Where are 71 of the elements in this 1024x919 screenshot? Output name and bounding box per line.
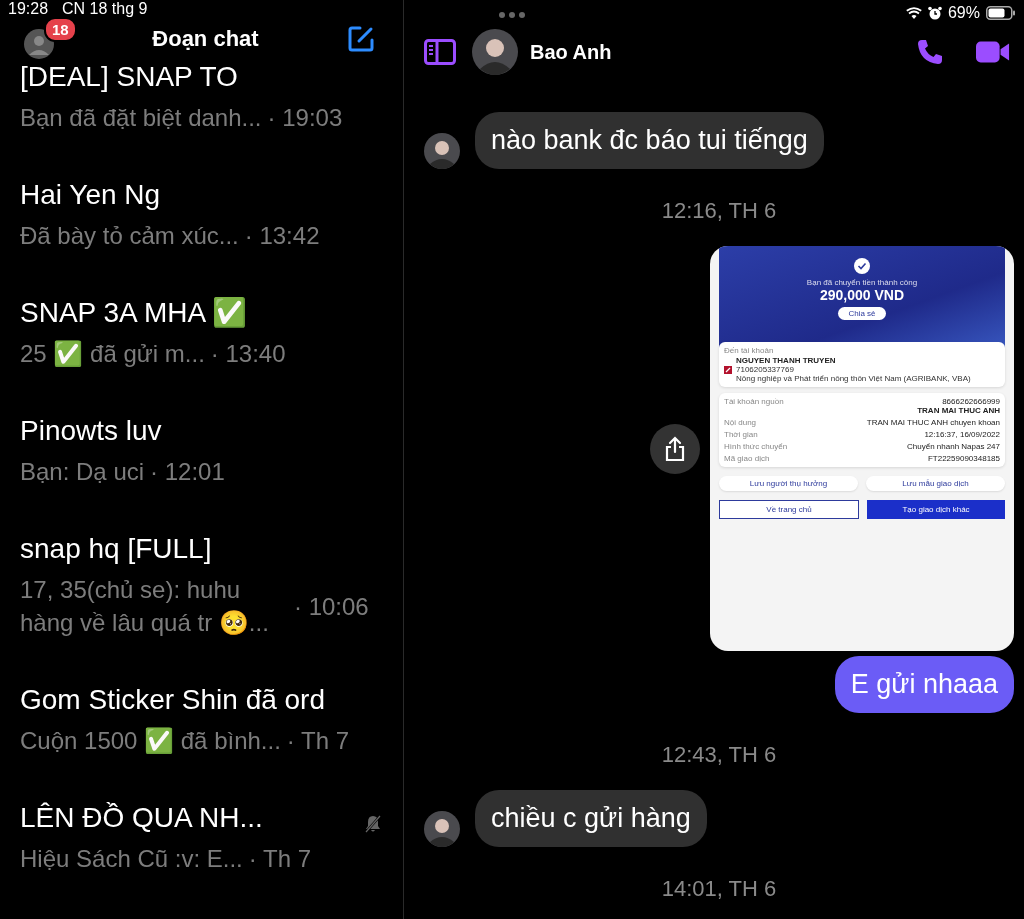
compose-icon[interactable] [347, 25, 375, 53]
detail-label: Tài khoản nguồn [724, 397, 784, 408]
sender-avatar [424, 811, 460, 847]
chat-name[interactable]: snap hq [FULL] [20, 532, 383, 566]
contact-avatar[interactable] [472, 29, 518, 75]
video-camera-icon[interactable] [976, 40, 1010, 64]
sidebar-toggle-icon[interactable] [424, 39, 456, 65]
chat-name[interactable]: Gom Sticker Shin đã ord [20, 683, 383, 717]
chat-time: · 13:42 [244, 221, 320, 251]
chat-time: · 10:06 [294, 591, 369, 622]
chat-preview: Đã bày tỏ cảm xúc... [20, 221, 239, 251]
battery-icon [986, 6, 1016, 20]
share-button[interactable] [650, 423, 700, 474]
recipient-name: NGUYEN THANH TRUYEN [736, 356, 837, 365]
chat-preview: Bạn: Dạ uci [20, 457, 145, 487]
chat-time: · 19:03 [267, 103, 343, 133]
chat-time: · Th 7 [286, 726, 350, 756]
panel-title: Đoạn chat [152, 26, 259, 52]
status-time: 19:28 [8, 0, 49, 18]
bank-logo-icon [724, 365, 732, 374]
alarm-icon [927, 6, 942, 20]
detail-value: TRAN MAI THUC ANH chuyen khoan [866, 418, 1000, 427]
chat-preview: Cuộn 1500 ✅ đã bình... [20, 726, 281, 756]
message-timestamp: 14:01, TH 6 [660, 876, 778, 902]
field-label: Đến tài khoản [724, 346, 775, 355]
success-text: Bạn đã chuyển tiền thành công [806, 278, 918, 287]
phone-icon[interactable] [916, 38, 944, 66]
battery-percentage: 69% [947, 4, 980, 22]
chat-name[interactable]: LÊN ĐỒ QUA NH... [20, 801, 383, 835]
chat-name[interactable]: [DEAL] SNAP TO [20, 60, 383, 94]
new-transaction-button[interactable]: Tạo giao dịch khác [867, 500, 1005, 519]
contact-name[interactable]: Bao Anh [530, 40, 612, 64]
home-button[interactable]: Về trang chủ [719, 500, 859, 519]
chat-preview: Bạn đã đặt biệt danh... [20, 103, 262, 133]
wifi-icon [905, 7, 922, 19]
message-timestamp: 12:43, TH 6 [660, 742, 778, 768]
detail-value: TRAN MAI THUC ANH [917, 406, 1000, 415]
received-message: nào bank đc báo tui tiếngg [475, 112, 824, 169]
save-button[interactable]: Lưu người thụ hưởng [719, 476, 858, 491]
detail-value: FT22259090348185 [927, 454, 1000, 463]
chat-preview: 17, 35(chủ se): huhu hàng về lâu quá tr 🥺... [20, 575, 270, 638]
detail-label: Nội dung [724, 418, 757, 427]
account-number: 7106205337769 [736, 365, 795, 374]
chat-time: · 13:40 [210, 339, 286, 369]
bank-name: Nông nghiệp và Phát triển nông thôn Việt Nam (AGRIBANK, VBA) [736, 374, 971, 383]
detail-value: 12:16:37, 16/09/2022 [924, 430, 1000, 439]
amount: 290,000 VND [819, 287, 905, 303]
receipt-screenshot[interactable] [710, 246, 1014, 651]
check-icon [854, 258, 870, 274]
share-icon [664, 435, 686, 462]
notification-badge: 18 [44, 17, 77, 42]
sent-message: E gửi nhaaa [834, 656, 1014, 713]
message-timestamp: 12:16, TH 6 [660, 198, 778, 224]
chat-time: · Th 7 [248, 844, 311, 874]
chat-name[interactable]: SNAP 3A MHA ✅ [20, 296, 383, 330]
detail-label: Thời gian [724, 430, 758, 439]
detail-label: Mã giao dịch [724, 454, 770, 463]
chat-time: · 12:01 [150, 457, 225, 487]
chat-preview: 25 ✅ đã gửi m... [20, 339, 205, 369]
multitasking-dots-icon[interactable] [498, 11, 526, 19]
sender-avatar [424, 133, 460, 169]
chat-name[interactable]: Hai Yen Ng [20, 178, 383, 212]
detail-value: Chuyển nhanh Napas 247 [907, 442, 1000, 451]
detail-label: Hình thức chuyển [724, 442, 788, 451]
chat-name[interactable]: Pinowts luv [20, 414, 383, 448]
share-link[interactable]: Chia sẻ [838, 307, 886, 320]
detail-value: 8666262666999 [942, 397, 1000, 406]
received-message: chiều c gửi hàng [475, 790, 707, 847]
save-button[interactable]: Lưu mẫu giao dịch [866, 476, 1005, 491]
chat-preview: Hiệu Sách Cũ :v: E... [20, 844, 243, 874]
status-date: CN 18 thg 9 [62, 0, 148, 18]
